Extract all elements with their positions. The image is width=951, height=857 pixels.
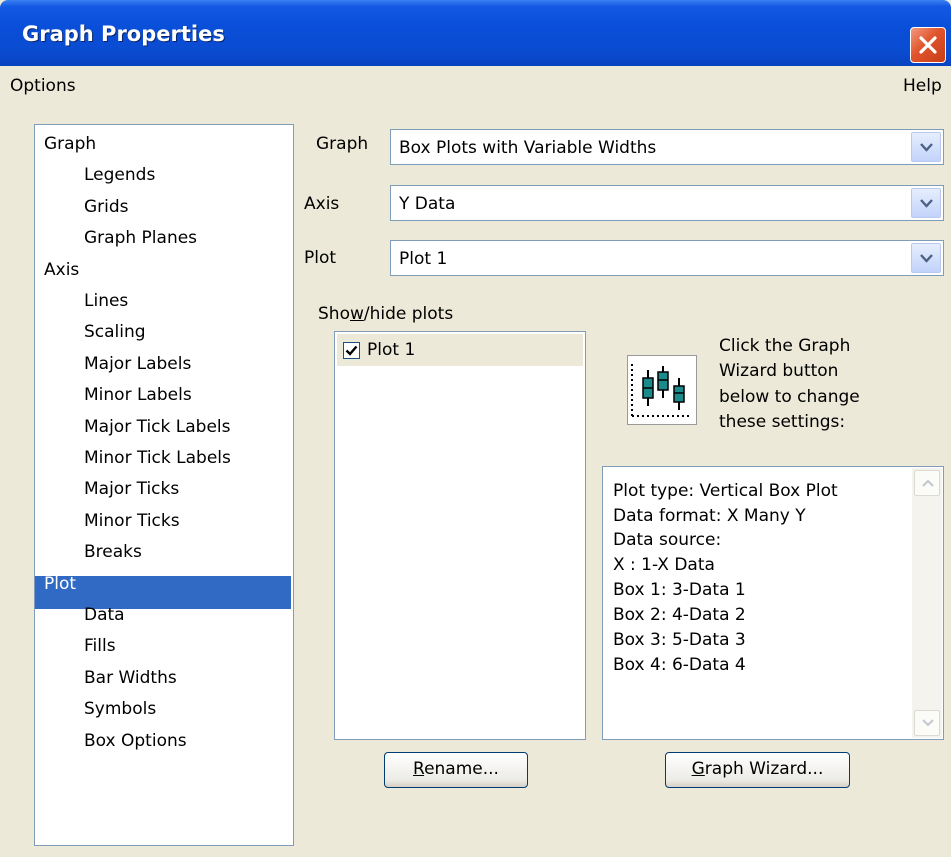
plot-list[interactable]: Plot 1 <box>334 331 586 740</box>
plot-info-line: Box 1: 3-Data 1 <box>613 580 746 600</box>
chevron-down-icon <box>920 199 933 208</box>
window-title: Graph Properties <box>22 22 225 46</box>
plot-select[interactable]: Plot 1 <box>390 240 944 276</box>
tree-item-axis[interactable]: Axis <box>44 260 79 280</box>
graph-dropdown-button[interactable] <box>911 132 941 162</box>
showhide-label: Show/hide plots <box>318 304 453 324</box>
wizard-hint-line-4: these settings: <box>719 412 846 432</box>
graph-wizard-button[interactable]: Graph Wizard... <box>665 752 850 788</box>
plot-info-box[interactable]: Plot type: Vertical Box Plot Data format… <box>602 466 944 740</box>
plot-info-line: Box 4: 6-Data 4 <box>613 655 746 675</box>
plot-list-item[interactable]: Plot 1 <box>337 334 583 366</box>
graph-label: Graph <box>316 134 369 154</box>
tree-item-grids[interactable]: Grids <box>84 197 129 217</box>
axis-select-value: Y Data <box>399 194 456 214</box>
title-bar: Graph Properties <box>0 0 951 66</box>
plot-info-line: Box 3: 5-Data 3 <box>613 630 746 650</box>
close-icon <box>919 36 937 54</box>
wizard-hint-line-2: Wizard button <box>719 361 839 381</box>
chevron-down-icon <box>922 719 934 727</box>
showhide-label-mnemonic: w <box>349 304 364 324</box>
tree-item-plot[interactable]: Plot <box>44 574 76 594</box>
chevron-down-icon <box>920 143 933 152</box>
menu-bar <box>0 66 951 110</box>
chevron-up-icon <box>922 479 934 487</box>
tree-item-minor-ticks[interactable]: Minor Ticks <box>84 511 180 531</box>
tree-item-breaks[interactable]: Breaks <box>84 542 142 562</box>
tree-item-minor-labels[interactable]: Minor Labels <box>84 385 192 405</box>
chevron-down-icon <box>920 254 933 263</box>
checkmark-icon <box>345 345 358 356</box>
tree-item-graph-planes[interactable]: Graph Planes <box>84 228 197 248</box>
rename-button[interactable]: Rename... <box>384 752 528 788</box>
plot-dropdown-button[interactable] <box>911 243 941 273</box>
plot-list-item-label: Plot 1 <box>367 340 416 360</box>
tree-item-major-labels[interactable]: Major Labels <box>84 354 191 374</box>
graph-select-value: Box Plots with Variable Widths <box>399 138 657 158</box>
graph-select[interactable]: Box Plots with Variable Widths <box>390 129 944 165</box>
graph-wizard-mnemonic: G <box>691 759 705 779</box>
tree-item-bar-widths[interactable]: Bar Widths <box>84 668 177 688</box>
showhide-label-post: /hide plots <box>363 304 454 324</box>
menu-options[interactable]: Options <box>10 76 76 96</box>
close-button[interactable] <box>910 27 946 63</box>
tree-item-major-ticks[interactable]: Major Ticks <box>84 479 179 499</box>
plot-checkbox[interactable] <box>343 342 360 359</box>
axis-select[interactable]: Y Data <box>390 185 944 221</box>
box-plot-icon <box>631 364 692 417</box>
plot-info-line: Data source: <box>613 530 722 550</box>
rename-mnemonic: R <box>413 759 425 779</box>
tree-item-fills[interactable]: Fills <box>84 636 116 656</box>
plot-info-line: Plot type: Vertical Box Plot <box>613 481 838 501</box>
scroll-up-button[interactable] <box>914 470 940 496</box>
plot-select-value: Plot 1 <box>399 249 448 269</box>
scroll-down-button[interactable] <box>914 710 940 736</box>
tree-item-legends[interactable]: Legends <box>84 165 155 185</box>
tree-item-data[interactable]: Data <box>84 605 125 625</box>
axis-label: Axis <box>304 194 340 214</box>
tree-item-graph[interactable]: Graph <box>44 134 96 154</box>
graph-wizard-label: raph Wizard... <box>704 759 824 779</box>
tree-item-minor-tick-labels[interactable]: Minor Tick Labels <box>84 448 231 468</box>
graph-type-preview <box>627 355 697 425</box>
tree-item-symbols[interactable]: Symbols <box>84 699 156 719</box>
tree-item-major-tick-labels[interactable]: Major Tick Labels <box>84 417 231 437</box>
plot-info-line: X : 1-X Data <box>613 555 715 575</box>
tree-item-box-options[interactable]: Box Options <box>84 731 187 751</box>
plot-info-line: Box 2: 4-Data 2 <box>613 605 746 625</box>
plot-label: Plot <box>304 248 337 268</box>
tree-item-scaling[interactable]: Scaling <box>84 322 146 342</box>
menu-help[interactable]: Help <box>903 76 942 96</box>
wizard-hint-line-3: below to change <box>719 387 860 407</box>
plot-info-scrollbar[interactable] <box>912 468 942 738</box>
plot-info-line: Data format: X Many Y <box>613 506 806 526</box>
axis-dropdown-button[interactable] <box>911 188 941 218</box>
rename-label: ename... <box>424 759 499 779</box>
showhide-label-pre: Sho <box>318 304 350 324</box>
wizard-hint-line-1: Click the Graph <box>719 336 851 356</box>
tree-item-lines[interactable]: Lines <box>84 291 128 311</box>
